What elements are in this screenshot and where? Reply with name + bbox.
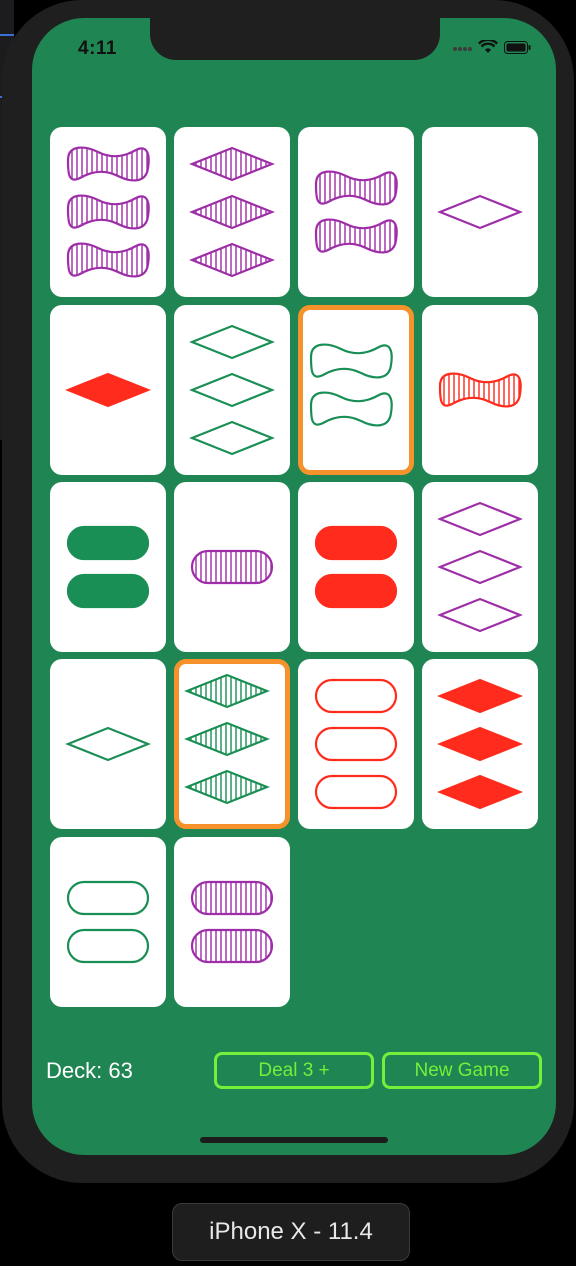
cellular-signal-icon: [452, 41, 472, 59]
set-card[interactable]: [50, 482, 166, 652]
card-symbols: [309, 343, 393, 427]
diamond-shape: [189, 194, 275, 230]
oval-shape: [314, 774, 398, 810]
diamond-shape: [189, 420, 275, 456]
oval-shape: [66, 525, 150, 561]
background-window-line: [0, 34, 14, 36]
shape-stripes: [319, 171, 396, 253]
diamond-shape: [437, 774, 523, 810]
diamond-shape: [437, 194, 523, 230]
set-card[interactable]: [298, 305, 414, 475]
oval-shape: [314, 726, 398, 762]
status-icons: [452, 38, 532, 59]
diamond-shape: [437, 549, 523, 585]
diamond-shape: [437, 726, 523, 762]
diamond-shape: [184, 769, 270, 805]
card-symbols: [66, 525, 150, 609]
squiggle-shape: [309, 391, 393, 427]
squiggle-shape: [309, 343, 393, 379]
set-card[interactable]: [298, 659, 414, 829]
set-card[interactable]: [422, 305, 538, 475]
shape-stripes: [443, 373, 520, 407]
card-symbols: [184, 673, 270, 805]
set-card[interactable]: [50, 305, 166, 475]
card-symbols: [189, 146, 275, 278]
app-screen: 4:11 Deck: 63 Deal 3 + New Game: [32, 18, 556, 1155]
deck-count-label: Deck: 63: [46, 1058, 133, 1083]
oval-shape: [66, 928, 150, 964]
oval-shape: [190, 880, 274, 916]
set-card[interactable]: [422, 482, 538, 652]
card-symbols: [65, 372, 151, 408]
card-symbols: [66, 146, 150, 278]
set-card[interactable]: [50, 127, 166, 297]
card-symbols: [314, 170, 398, 254]
oval-shape: [314, 525, 398, 561]
device-notch: [150, 18, 440, 60]
home-indicator: [200, 1137, 388, 1143]
set-card[interactable]: [422, 659, 538, 829]
simulator-device-label: iPhone X - 11.4: [172, 1203, 410, 1261]
diamond-shape: [189, 324, 275, 360]
diamond-shape: [189, 146, 275, 182]
shape-stripes: [71, 147, 148, 277]
oval-shape: [314, 573, 398, 609]
card-symbols: [189, 324, 275, 456]
set-card[interactable]: [50, 837, 166, 1007]
device-frame: 4:11 Deck: 63 Deal 3 + New Game: [2, 0, 574, 1183]
set-card[interactable]: [174, 837, 290, 1007]
diamond-shape: [65, 726, 151, 762]
oval-shape: [190, 928, 274, 964]
card-symbols: [437, 194, 523, 230]
diamond-shape: [189, 372, 275, 408]
set-card[interactable]: [298, 482, 414, 652]
diamond-shape: [437, 501, 523, 537]
oval-shape: [66, 573, 150, 609]
status-time: 4:11: [78, 38, 117, 59]
set-card[interactable]: [298, 127, 414, 297]
diamond-shape: [189, 242, 275, 278]
set-card[interactable]: [174, 127, 290, 297]
card-symbols: [190, 880, 274, 964]
set-card[interactable]: [422, 127, 538, 297]
shape-stripes: [195, 148, 272, 276]
diamond-shape: [184, 721, 270, 757]
card-symbols: [66, 880, 150, 964]
deal-three-button[interactable]: Deal 3 +: [214, 1052, 374, 1089]
set-card[interactable]: [174, 305, 290, 475]
oval-shape: [314, 678, 398, 714]
set-card[interactable]: [174, 482, 290, 652]
set-card[interactable]: [50, 659, 166, 829]
set-card[interactable]: [174, 659, 290, 829]
diamond-shape: [65, 372, 151, 408]
battery-icon: [504, 40, 532, 59]
shape-stripes: [195, 551, 272, 583]
diamond-shape: [437, 678, 523, 714]
card-symbols: [438, 372, 522, 408]
diamond-shape: [184, 673, 270, 709]
oval-shape: [190, 549, 274, 585]
card-symbols: [314, 678, 398, 810]
wifi-icon: [477, 38, 499, 59]
card-symbols: [314, 525, 398, 609]
oval-shape: [66, 880, 150, 916]
card-symbols: [65, 726, 151, 762]
card-symbols: [437, 678, 523, 810]
shape-stripes: [195, 882, 272, 962]
card-symbols: [437, 501, 523, 633]
diamond-shape: [437, 597, 523, 633]
new-game-button[interactable]: New Game: [382, 1052, 542, 1089]
card-symbols: [190, 549, 274, 585]
